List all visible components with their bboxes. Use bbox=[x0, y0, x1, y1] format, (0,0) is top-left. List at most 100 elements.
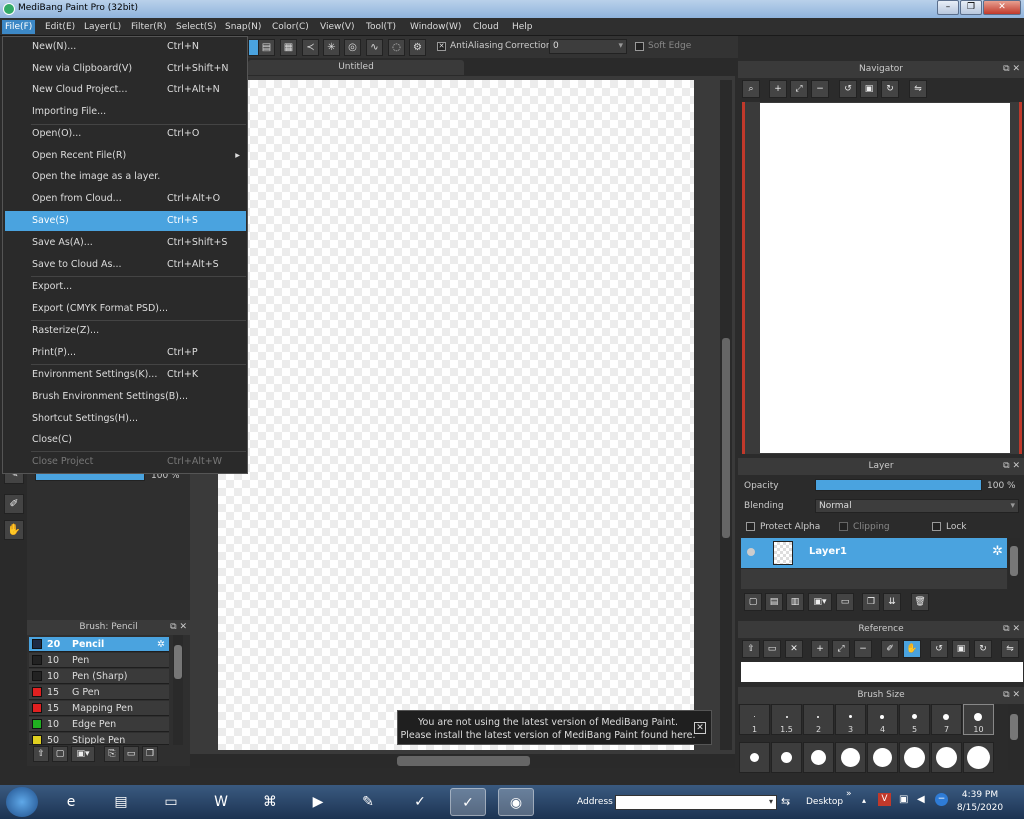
menu-help[interactable]: Help bbox=[509, 20, 536, 34]
rotate-right-icon[interactable]: ↻ bbox=[974, 640, 992, 658]
menu-item-save-as[interactable]: Save As(A)... Ctrl+Shift+S bbox=[5, 233, 246, 253]
menu-file[interactable]: File(F) bbox=[2, 20, 36, 34]
menu-item-open-recent[interactable]: Open Recent File(R) ▸ bbox=[5, 146, 246, 166]
new-halftone-layer-icon[interactable]: ▥ bbox=[786, 593, 804, 611]
eyedropper-icon[interactable]: ✐ bbox=[4, 494, 24, 514]
merge-layer-icon[interactable]: ⇊ bbox=[883, 593, 901, 611]
brush-item-mapping-pen[interactable]: 15 Mapping Pen bbox=[29, 701, 169, 716]
correction-select[interactable]: 0 ▾ bbox=[549, 39, 627, 54]
copy-brush-icon[interactable]: ⎘ bbox=[104, 746, 120, 762]
zoom-out-icon[interactable]: − bbox=[811, 80, 829, 98]
brush-size-3[interactable]: 3 bbox=[835, 704, 866, 735]
opacity-slider[interactable] bbox=[815, 479, 982, 491]
layer-row[interactable]: Layer1 ✲ bbox=[741, 538, 1007, 568]
zoom-in-icon[interactable]: + bbox=[811, 640, 829, 658]
add-brush-icon[interactable]: ▣▾ bbox=[71, 746, 95, 762]
restore-button[interactable]: ❐ bbox=[960, 0, 982, 15]
menu-item-new[interactable]: New(N)... Ctrl+N bbox=[5, 37, 246, 57]
start-button[interactable] bbox=[6, 787, 38, 817]
menu-layer[interactable]: Layer(L) bbox=[81, 20, 124, 34]
close-button[interactable]: ✕ bbox=[983, 0, 1021, 15]
lock-checkbox[interactable] bbox=[932, 522, 941, 531]
media-player-icon[interactable]: ▶ bbox=[300, 788, 336, 816]
network-icon[interactable]: ▣ bbox=[899, 794, 908, 805]
address-input[interactable]: ▾ bbox=[615, 795, 777, 810]
panel-controls-icon[interactable]: ⧉ ✕ bbox=[1003, 458, 1020, 475]
brush-size-15[interactable] bbox=[771, 742, 802, 773]
hand-icon[interactable]: ✋ bbox=[4, 520, 24, 540]
hand-icon[interactable]: ✋ bbox=[903, 640, 921, 658]
menu-item-import[interactable]: Importing File... bbox=[5, 102, 246, 122]
snap-settings-icon[interactable]: ⚙ bbox=[409, 39, 426, 56]
menu-tool[interactable]: Tool(T) bbox=[363, 20, 399, 34]
scroll-thumb[interactable] bbox=[722, 338, 730, 538]
curve-icon[interactable]: ∿ bbox=[366, 39, 383, 56]
menu-color[interactable]: Color(C) bbox=[269, 20, 312, 34]
visibility-icon[interactable] bbox=[747, 548, 755, 556]
concentric-icon[interactable]: ◎ bbox=[344, 39, 361, 56]
menu-item-open-as-layer[interactable]: Open the image as a layer. bbox=[5, 167, 246, 187]
menu-item-save-cloud[interactable]: Save to Cloud As... Ctrl+Alt+S bbox=[5, 255, 246, 275]
gear-icon[interactable]: ✲ bbox=[157, 637, 165, 652]
paint-app-icon[interactable]: ✎ bbox=[350, 788, 386, 816]
open-folder-icon[interactable]: ▭ bbox=[763, 640, 781, 658]
panel-controls-icon[interactable]: ⧉ ✕ bbox=[1003, 687, 1020, 704]
grid-icon[interactable]: ▦ bbox=[280, 39, 297, 56]
brush-item-pen-sharp[interactable]: 10 Pen (Sharp) bbox=[29, 669, 169, 684]
brush-size-12[interactable] bbox=[739, 742, 770, 773]
explorer-icon[interactable]: ▭ bbox=[153, 788, 189, 816]
menu-select[interactable]: Select(S) bbox=[173, 20, 220, 34]
gear-icon[interactable]: ✲ bbox=[992, 544, 1003, 559]
duplicate-icon[interactable]: ❐ bbox=[142, 746, 158, 762]
fit-icon[interactable]: ⤢ bbox=[832, 640, 850, 658]
canvas-horizontal-scrollbar[interactable] bbox=[190, 754, 735, 768]
color-wheel-icon[interactable]: ◉ bbox=[498, 788, 534, 816]
fit-icon[interactable]: ⤢ bbox=[790, 80, 808, 98]
brush-size-50[interactable] bbox=[963, 742, 994, 773]
menu-item-open-cloud[interactable]: Open from Cloud... Ctrl+Alt+O bbox=[5, 189, 246, 209]
menu-cloud[interactable]: Cloud bbox=[470, 20, 502, 34]
brush-list-scrollbar[interactable] bbox=[173, 635, 183, 745]
menu-item-close-project[interactable]: Close Project Ctrl+Alt+W bbox=[5, 452, 246, 472]
menu-item-open[interactable]: Open(O)... Ctrl+O bbox=[5, 124, 246, 144]
brush-item-pencil[interactable]: 20 Pencil ✲ bbox=[29, 637, 169, 652]
perspective-icon[interactable]: ≺ bbox=[302, 39, 319, 56]
network-app-icon[interactable]: ⌘ bbox=[252, 788, 288, 816]
clock[interactable]: 4:39 PM 8/15/2020 bbox=[950, 789, 1010, 815]
brush-item-pen[interactable]: 10 Pen bbox=[29, 653, 169, 668]
brush-item-stipple-pen[interactable]: 50 Stipple Pen bbox=[29, 733, 169, 745]
tray-expand-icon[interactable]: ▴ bbox=[862, 796, 866, 805]
protect-alpha-checkbox[interactable] bbox=[746, 522, 755, 531]
brush-size-2[interactable]: 2 bbox=[803, 704, 834, 735]
menu-item-export-cmyk[interactable]: Export (CMYK Format PSD)... bbox=[5, 299, 246, 319]
brush-item-g-pen[interactable]: 15 G Pen bbox=[29, 685, 169, 700]
antialiasing-checkbox[interactable]: ✕ bbox=[437, 42, 446, 51]
clipping-checkbox[interactable] bbox=[839, 522, 848, 531]
brush-size-1-5[interactable]: 1.5 bbox=[771, 704, 802, 735]
folder-icon[interactable]: ▭ bbox=[123, 746, 139, 762]
brush-size-17[interactable] bbox=[803, 742, 834, 773]
panel-controls-icon[interactable]: ⧉ ✕ bbox=[170, 620, 187, 635]
drawing-canvas[interactable] bbox=[218, 80, 694, 750]
notice-line-2[interactable]: Please install the latest version of Med… bbox=[398, 730, 698, 741]
rotate-right-icon[interactable]: ↻ bbox=[881, 80, 899, 98]
chevron-right-icon[interactable]: » bbox=[846, 789, 852, 799]
medibang-icon[interactable]: ✓ bbox=[402, 788, 438, 816]
scroll-thumb[interactable] bbox=[397, 756, 530, 766]
scroll-thumb[interactable] bbox=[1010, 546, 1018, 576]
rotate-left-icon[interactable]: ↺ bbox=[930, 640, 948, 658]
minimize-button[interactable]: – bbox=[937, 0, 959, 15]
zoom-out-icon[interactable]: − bbox=[854, 640, 872, 658]
panel-controls-icon[interactable]: ⧉ ✕ bbox=[1003, 61, 1020, 78]
delete-layer-icon[interactable]: 🗑 bbox=[911, 593, 929, 611]
brush-size-30[interactable] bbox=[899, 742, 930, 773]
circle-snap-icon[interactable]: ◌ bbox=[388, 39, 405, 56]
brush-size-4[interactable]: 4 bbox=[867, 704, 898, 735]
brush-size-40[interactable] bbox=[931, 742, 962, 773]
scroll-thumb[interactable] bbox=[174, 645, 182, 679]
antivirus-icon[interactable]: V bbox=[878, 793, 891, 806]
menu-item-print[interactable]: Print(P)... Ctrl+P bbox=[5, 343, 246, 363]
ie-icon[interactable]: e bbox=[53, 788, 89, 816]
brush-size-10[interactable]: 10 bbox=[963, 704, 994, 735]
menu-item-shortcut-settings[interactable]: Shortcut Settings(H)... bbox=[5, 409, 246, 429]
